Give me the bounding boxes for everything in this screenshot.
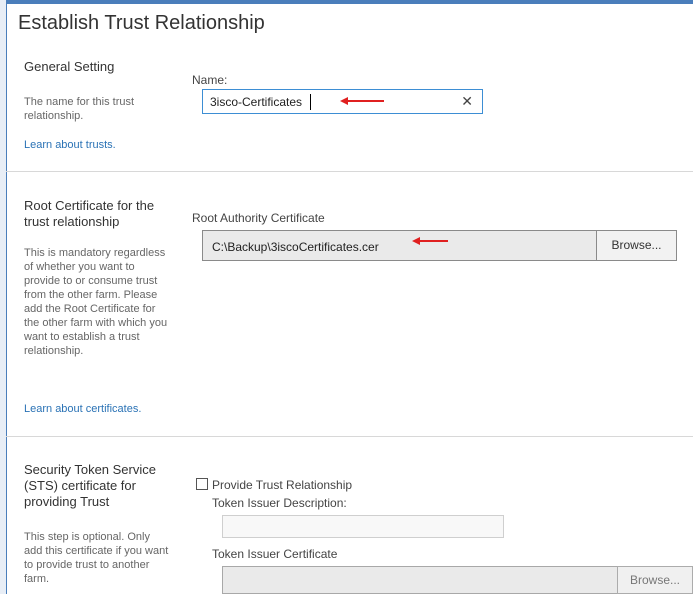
sts-certificate-heading: Security Token Service (STS) certificate… bbox=[24, 462, 156, 509]
provide-trust-checkbox[interactable] bbox=[196, 478, 208, 490]
token-issuer-description-input[interactable] bbox=[222, 515, 504, 538]
clear-icon[interactable]: ✕ bbox=[461, 93, 473, 110]
dialog-title: Establish Trust Relationship bbox=[18, 12, 265, 34]
general-setting-heading: General Setting bbox=[24, 59, 115, 74]
learn-about-certificates-link[interactable]: Learn about certificates. bbox=[24, 403, 141, 415]
token-issuer-certificate-path-field[interactable] bbox=[222, 566, 618, 594]
section-divider bbox=[6, 171, 693, 172]
token-issuer-browse-button[interactable]: Browse... bbox=[617, 566, 693, 594]
root-certificate-browse-button[interactable]: Browse... bbox=[596, 230, 677, 261]
provide-trust-label[interactable]: Provide Trust Relationship bbox=[212, 478, 352, 492]
root-certificate-path-value: C:\Backup\3iscoCertificates.cer bbox=[212, 240, 379, 254]
token-issuer-description-label: Token Issuer Description: bbox=[212, 496, 347, 510]
token-issuer-certificate-label: Token Issuer Certificate bbox=[212, 547, 338, 561]
annotation-arrow-icon bbox=[340, 97, 384, 105]
annotation-arrow-icon bbox=[412, 237, 448, 245]
window-top-border bbox=[0, 0, 693, 4]
root-certificate-heading: Root Certificate for the trust relations… bbox=[24, 198, 155, 229]
general-setting-description: The name for this trust relationship. bbox=[24, 96, 135, 122]
sts-certificate-description: This step is optional. Only add this cer… bbox=[24, 531, 169, 585]
text-caret bbox=[310, 94, 311, 110]
name-input-value: 3isco-Certificates bbox=[210, 95, 303, 109]
window-left-border bbox=[0, 0, 7, 594]
section-divider bbox=[6, 436, 693, 437]
root-certificate-path-field[interactable]: C:\Backup\3iscoCertificates.cer bbox=[202, 230, 597, 261]
name-label: Name: bbox=[192, 73, 228, 87]
root-authority-certificate-label: Root Authority Certificate bbox=[192, 211, 325, 225]
root-certificate-description: This is mandatory regardless of whether … bbox=[24, 247, 168, 357]
learn-about-trusts-link[interactable]: Learn about trusts. bbox=[24, 139, 116, 151]
